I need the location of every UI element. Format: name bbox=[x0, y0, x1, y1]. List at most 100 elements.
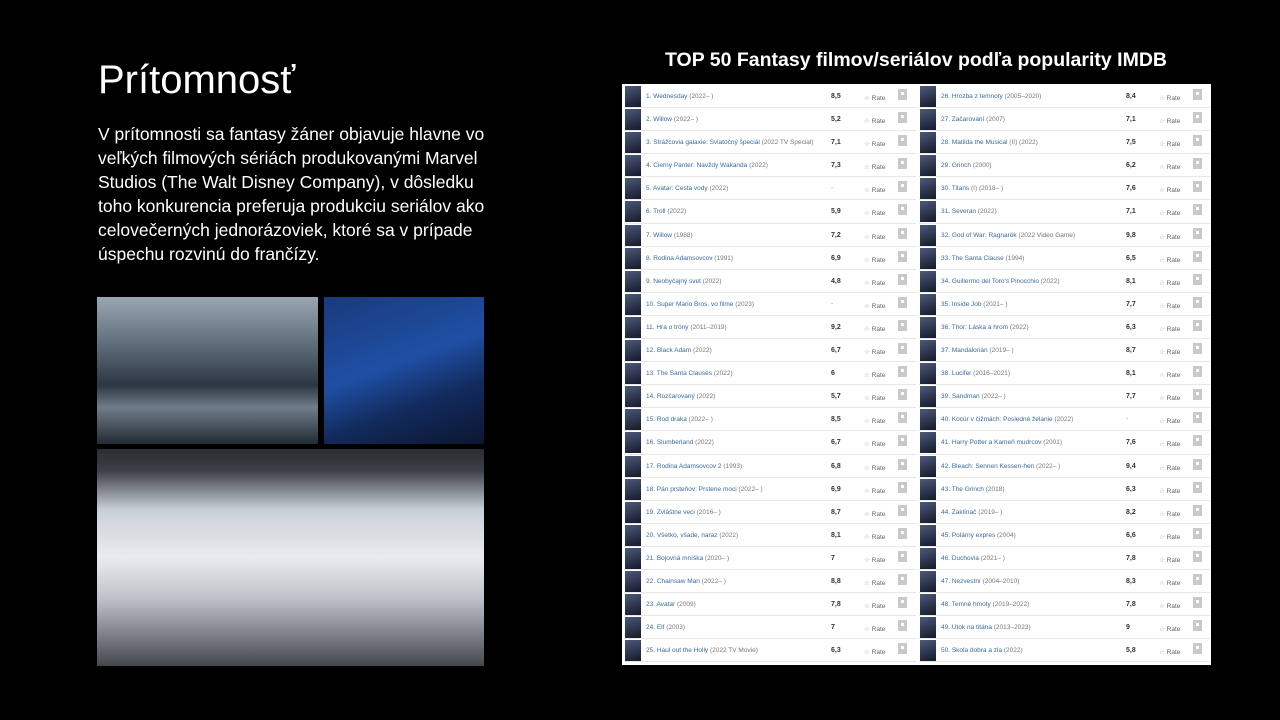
movie-title[interactable]: 41. Harry Potter a Kameň mudrcov bbox=[941, 439, 1041, 446]
movie-title-link[interactable]: 49. Útok na titána (2013–2023) bbox=[941, 624, 1121, 631]
watchlist-bookmark-icon[interactable] bbox=[898, 527, 907, 539]
movie-title-link[interactable]: 42. Bleach: Sennen Kessen-hen (2022– ) bbox=[941, 463, 1121, 470]
watchlist-bookmark-icon[interactable] bbox=[898, 435, 907, 447]
movie-title[interactable]: 5. Avatar: Cesta vody bbox=[646, 185, 708, 192]
movie-title[interactable]: 15. Rod draka bbox=[646, 416, 687, 423]
rate-button[interactable]: ☆ Rate bbox=[864, 440, 885, 448]
movie-title-link[interactable]: 50. Škola dobra a zla (2022) bbox=[941, 647, 1121, 654]
watchlist-bookmark-icon[interactable] bbox=[1193, 620, 1202, 632]
poster-thumbnail[interactable] bbox=[625, 386, 641, 408]
movie-title-link[interactable]: 21. Bojovná mníška (2020– ) bbox=[646, 555, 826, 562]
movie-title[interactable]: 37. Mandalorián bbox=[941, 347, 988, 354]
rate-button[interactable]: ☆ Rate bbox=[1159, 94, 1180, 102]
movie-title[interactable]: 44. Zaklínač bbox=[941, 509, 976, 516]
movie-title-link[interactable]: 31. Severan (2022) bbox=[941, 208, 1121, 215]
poster-thumbnail[interactable] bbox=[625, 478, 641, 500]
rate-button[interactable]: ☆ Rate bbox=[864, 279, 885, 287]
rate-button[interactable]: ☆ Rate bbox=[864, 464, 885, 472]
movie-title-link[interactable]: 48. Temné hmoty (2019–2022) bbox=[941, 601, 1121, 608]
poster-thumbnail[interactable] bbox=[625, 316, 641, 338]
poster-thumbnail[interactable] bbox=[920, 270, 936, 292]
movie-title-link[interactable]: 43. The Grinch (2018) bbox=[941, 486, 1121, 493]
poster-thumbnail[interactable] bbox=[625, 640, 641, 662]
poster-thumbnail[interactable] bbox=[920, 293, 936, 315]
movie-title[interactable]: 7. Willow bbox=[646, 232, 672, 239]
watchlist-bookmark-icon[interactable] bbox=[898, 389, 907, 401]
rate-button[interactable]: ☆ Rate bbox=[864, 579, 885, 587]
movie-title-link[interactable]: 17. Rodina Adamsovcov 2 (1993) bbox=[646, 463, 826, 470]
watchlist-bookmark-icon[interactable] bbox=[898, 250, 907, 262]
movie-title-link[interactable]: 7. Willow (1988) bbox=[646, 232, 826, 239]
movie-title-link[interactable]: 44. Zaklínač (2019– ) bbox=[941, 509, 1121, 516]
movie-title-link[interactable]: 27. Začarovaní (2007) bbox=[941, 116, 1121, 123]
poster-thumbnail[interactable] bbox=[625, 132, 641, 154]
poster-thumbnail[interactable] bbox=[625, 432, 641, 454]
movie-title[interactable]: 3. Strážcovia galaxie: Sviatočný špeciál bbox=[646, 139, 760, 146]
rate-button[interactable]: ☆ Rate bbox=[1159, 117, 1180, 125]
poster-thumbnail[interactable] bbox=[625, 224, 641, 246]
watchlist-bookmark-icon[interactable] bbox=[898, 273, 907, 285]
movie-title-link[interactable]: 29. Grinch (2000) bbox=[941, 162, 1121, 169]
watchlist-bookmark-icon[interactable] bbox=[1193, 273, 1202, 285]
watchlist-bookmark-icon[interactable] bbox=[898, 412, 907, 424]
poster-thumbnail[interactable] bbox=[920, 594, 936, 616]
poster-thumbnail[interactable] bbox=[625, 155, 641, 177]
movie-title-link[interactable]: 14. Rozčarovaný (2022) bbox=[646, 393, 826, 400]
watchlist-bookmark-icon[interactable] bbox=[898, 181, 907, 193]
movie-title[interactable]: 38. Lucifer bbox=[941, 370, 971, 377]
movie-title-link[interactable]: 4. Čierny Panter: Navždy Wakanda (2022) bbox=[646, 162, 826, 169]
movie-title-link[interactable]: 15. Rod draka (2022– ) bbox=[646, 416, 826, 423]
movie-title[interactable]: 9. Neobyčajný svet bbox=[646, 278, 701, 285]
watchlist-bookmark-icon[interactable] bbox=[1193, 573, 1202, 585]
movie-title-link[interactable]: 24. Elf (2003) bbox=[646, 624, 826, 631]
movie-title-link[interactable]: 38. Lucifer (2016–2021) bbox=[941, 370, 1121, 377]
poster-thumbnail[interactable] bbox=[625, 409, 641, 431]
movie-title[interactable]: 29. Grinch bbox=[941, 162, 971, 169]
movie-title-link[interactable]: 18. Pán prsteňov: Prstene moci (2022– ) bbox=[646, 486, 826, 493]
poster-thumbnail[interactable] bbox=[625, 547, 641, 569]
movie-title-link[interactable]: 9. Neobyčajný svet (2022) bbox=[646, 278, 826, 285]
rate-button[interactable]: ☆ Rate bbox=[1159, 256, 1180, 264]
rate-button[interactable]: ☆ Rate bbox=[864, 302, 885, 310]
watchlist-bookmark-icon[interactable] bbox=[1193, 343, 1202, 355]
rate-button[interactable]: ☆ Rate bbox=[864, 186, 885, 194]
movie-title-link[interactable]: 13. The Santa Clauses (2022) bbox=[646, 370, 826, 377]
movie-title-link[interactable]: 34. Guillermo del Toro's Pinocchio (2022… bbox=[941, 278, 1121, 285]
watchlist-bookmark-icon[interactable] bbox=[1193, 412, 1202, 424]
watchlist-bookmark-icon[interactable] bbox=[898, 89, 907, 100]
rate-button[interactable]: ☆ Rate bbox=[1159, 348, 1180, 356]
poster-thumbnail[interactable] bbox=[920, 617, 936, 639]
movie-title-link[interactable]: 32. God of War: Ragnarök (2022 Video Gam… bbox=[941, 232, 1121, 239]
poster-thumbnail[interactable] bbox=[920, 363, 936, 385]
watchlist-bookmark-icon[interactable] bbox=[898, 620, 907, 632]
movie-title[interactable]: 47. Nezvestní bbox=[941, 578, 981, 585]
movie-title[interactable]: 28. Matilda the Musical bbox=[941, 139, 1007, 146]
rate-button[interactable]: ☆ Rate bbox=[864, 325, 885, 333]
movie-title-link[interactable]: 25. Haul out the Holly (2022 TV Movie) bbox=[646, 647, 826, 654]
watchlist-bookmark-icon[interactable] bbox=[1193, 296, 1202, 308]
poster-thumbnail[interactable] bbox=[920, 155, 936, 177]
watchlist-bookmark-icon[interactable] bbox=[1193, 204, 1202, 216]
movie-title[interactable]: 33. The Santa Clause bbox=[941, 255, 1004, 262]
rate-button[interactable]: ☆ Rate bbox=[864, 417, 885, 425]
watchlist-bookmark-icon[interactable] bbox=[898, 319, 907, 331]
movie-title-link[interactable]: 28. Matilda the Musical (II) (2022) bbox=[941, 139, 1121, 146]
watchlist-bookmark-icon[interactable] bbox=[1193, 643, 1202, 655]
watchlist-bookmark-icon[interactable] bbox=[898, 573, 907, 585]
poster-thumbnail[interactable] bbox=[920, 547, 936, 569]
watchlist-bookmark-icon[interactable] bbox=[1193, 181, 1202, 193]
watchlist-bookmark-icon[interactable] bbox=[1193, 89, 1202, 100]
movie-title[interactable]: 17. Rodina Adamsovcov 2 bbox=[646, 463, 722, 470]
movie-title[interactable]: 22. Chainsaw Man bbox=[646, 578, 700, 585]
movie-title[interactable]: 26. Hrozba z temnoty bbox=[941, 93, 1003, 100]
movie-title[interactable]: 42. Bleach: Sennen Kessen-hen bbox=[941, 463, 1034, 470]
watchlist-bookmark-icon[interactable] bbox=[1193, 319, 1202, 331]
rate-button[interactable]: ☆ Rate bbox=[864, 117, 885, 125]
watchlist-bookmark-icon[interactable] bbox=[898, 366, 907, 378]
rate-button[interactable]: ☆ Rate bbox=[864, 256, 885, 264]
watchlist-bookmark-icon[interactable] bbox=[1193, 112, 1202, 124]
watchlist-bookmark-icon[interactable] bbox=[1193, 250, 1202, 262]
watchlist-bookmark-icon[interactable] bbox=[1193, 481, 1202, 493]
movie-title-link[interactable]: 26. Hrozba z temnoty (2005–2020) bbox=[941, 93, 1121, 100]
movie-title[interactable]: 43. The Grinch bbox=[941, 486, 984, 493]
